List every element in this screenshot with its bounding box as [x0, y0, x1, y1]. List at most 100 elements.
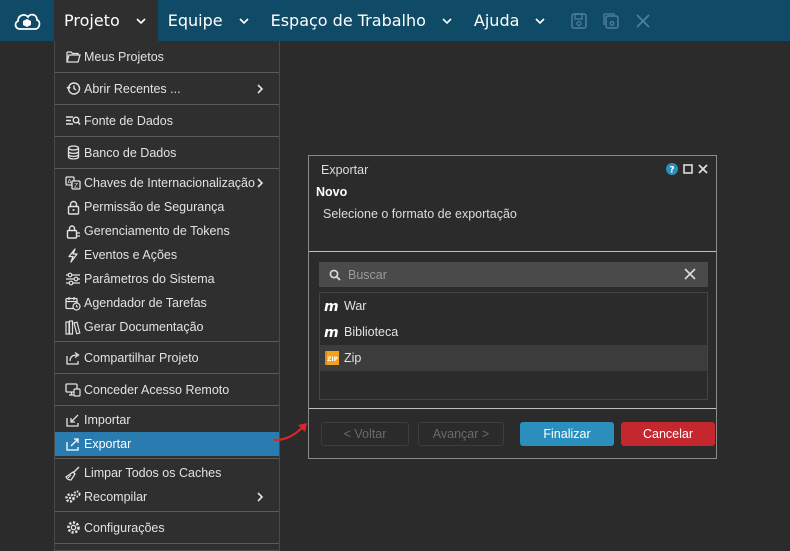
- menu-group: Fonte de Dados: [55, 105, 279, 137]
- menu-item-database[interactable]: Banco de Dados: [55, 139, 279, 166]
- menu-group: Conceder Acesso Remoto: [55, 374, 279, 406]
- help-icon[interactable]: ?: [666, 163, 678, 175]
- list-item[interactable]: m Biblioteca: [320, 319, 707, 345]
- menu-item-label: Recompilar: [84, 490, 148, 504]
- save-all-icon[interactable]: [601, 11, 621, 31]
- zip-icon: ZIP: [324, 350, 340, 366]
- database-icon: [65, 145, 81, 161]
- clear-search-icon[interactable]: [684, 268, 696, 280]
- menu-item-export[interactable]: Exportar: [55, 432, 279, 456]
- menu-group: Meus Projetos: [55, 41, 279, 73]
- submenu-arrow-icon: [257, 178, 264, 188]
- menu-item-lightning[interactable]: Eventos e Ações: [55, 243, 279, 267]
- dialog-subtitle: Selecione o formato de exportação: [323, 207, 517, 221]
- svg-text:m: m: [324, 299, 339, 313]
- menu-item-token-lock[interactable]: Gerenciamento de Tokens: [55, 219, 279, 243]
- svg-text:m: m: [324, 325, 339, 339]
- sliders-icon: [65, 271, 81, 287]
- menu-item-lock[interactable]: Permissão de Segurança: [55, 195, 279, 219]
- share-icon: [65, 350, 81, 366]
- folder-open-icon: [65, 49, 81, 65]
- menu-projeto[interactable]: Projeto: [54, 0, 158, 41]
- menu-group: Limpar Todos os Caches Recompilar: [55, 459, 279, 512]
- menu-item-share[interactable]: Compartilhar Projeto: [55, 344, 279, 371]
- gear-icon: [65, 520, 81, 536]
- broom-icon: [65, 465, 81, 481]
- gears-icon: [65, 489, 81, 505]
- menu-item-label: Fonte de Dados: [84, 113, 173, 128]
- next-button[interactable]: Avançar >: [418, 422, 504, 446]
- list-item-label: War: [344, 299, 367, 313]
- m-logo-icon: m: [324, 298, 340, 314]
- menu-item-label: Agendador de Tarefas: [84, 296, 207, 310]
- menu-item-sliders[interactable]: Parâmetros do Sistema: [55, 267, 279, 291]
- save-icon[interactable]: [569, 11, 589, 31]
- export-icon: [65, 436, 81, 452]
- dialog-titlebar: Exportar ?: [309, 156, 716, 183]
- menu-group: A Z Chaves de Internacionalização Permissão…: [55, 169, 279, 342]
- menu-item-broom[interactable]: Limpar Todos os Caches: [55, 461, 279, 485]
- svg-text:Z: Z: [74, 183, 78, 190]
- menu-item-gears[interactable]: Recompilar: [55, 485, 279, 509]
- list-item-label: Zip: [344, 351, 362, 365]
- menu-group: Banco de Dados: [55, 137, 279, 169]
- cancel-button[interactable]: Cancelar: [621, 422, 715, 446]
- svg-text:ZIP: ZIP: [327, 356, 339, 363]
- menu-item-calendar-clock[interactable]: Agendador de Tarefas: [55, 291, 279, 315]
- svg-text:?: ?: [669, 166, 674, 176]
- menu-item-folder-open[interactable]: Meus Projetos: [55, 43, 279, 70]
- menu-item-import[interactable]: Importar: [55, 408, 279, 432]
- annotation-arrow-icon: [272, 423, 307, 442]
- maximize-icon[interactable]: [683, 164, 693, 174]
- menu-projeto-label: Projeto: [64, 11, 120, 30]
- menu-item-label: Compartilhar Projeto: [84, 350, 199, 365]
- close-icon[interactable]: [633, 11, 653, 31]
- chevron-down-icon: [442, 17, 452, 24]
- menu-item-gear[interactable]: Configurações: [55, 514, 279, 541]
- lock-icon: [65, 199, 81, 215]
- menu-item-books[interactable]: Gerar Documentação: [55, 315, 279, 339]
- menu-equipe-label: Equipe: [167, 11, 223, 30]
- remote-access-icon: [65, 382, 81, 398]
- export-format-list: m War m Biblioteca ZIP Zip: [319, 292, 708, 400]
- list-item[interactable]: ZIP Zip: [320, 345, 707, 371]
- datasource-icon: [65, 113, 81, 129]
- menu-item-label: Limpar Todos os Caches: [84, 466, 222, 480]
- menu-item-translate[interactable]: A Z Chaves de Internacionalização: [55, 171, 279, 195]
- menu-espaco-label: Espaço de Trabalho: [270, 11, 426, 30]
- search-box[interactable]: [319, 262, 708, 287]
- search-input[interactable]: [348, 267, 648, 282]
- menu-item-history[interactable]: Abrir Recentes ...: [55, 75, 279, 102]
- projeto-dropdown-menu: Meus Projetos Abrir Recentes ... Fonte de …: [54, 41, 280, 551]
- menu-item-label: Gerenciamento de Tokens: [84, 224, 230, 238]
- lightning-icon: [65, 247, 81, 263]
- menu-equipe[interactable]: Equipe: [158, 0, 261, 41]
- menu-ajuda[interactable]: Ajuda: [464, 0, 558, 41]
- back-button[interactable]: < Voltar: [321, 422, 409, 446]
- books-icon: [65, 319, 81, 335]
- chevron-down-icon: [136, 17, 146, 24]
- menu-ajuda-label: Ajuda: [473, 11, 520, 30]
- menu-item-label: Banco de Dados: [84, 145, 177, 160]
- submenu-arrow-icon: [257, 83, 264, 94]
- finish-button[interactable]: Finalizar: [520, 422, 614, 446]
- menu-group: Compartilhar Projeto: [55, 342, 279, 374]
- import-icon: [65, 412, 81, 428]
- chevron-down-icon: [239, 17, 249, 24]
- dialog-title: Exportar: [321, 162, 369, 177]
- menu-group: Configurações: [55, 512, 279, 544]
- list-item[interactable]: m War: [320, 293, 707, 319]
- close-icon[interactable]: [698, 164, 708, 174]
- m-logo-icon: m: [324, 324, 340, 340]
- search-icon: [329, 269, 341, 281]
- menu-item-datasource[interactable]: Fonte de Dados: [55, 107, 279, 134]
- menu-item-remote-access[interactable]: Conceder Acesso Remoto: [55, 376, 279, 403]
- top-menu-bar: Projeto Equipe Espaço de Trabalho Ajuda: [0, 0, 790, 41]
- menu-item-label: Conceder Acesso Remoto: [84, 382, 230, 397]
- list-item-label: Biblioteca: [344, 325, 399, 339]
- cloud-logo-icon[interactable]: [0, 0, 54, 41]
- menu-espaco-de-trabalho[interactable]: Espaço de Trabalho: [261, 0, 464, 41]
- menu-group: Abrir Recentes ...: [55, 73, 279, 105]
- menu-item-label: Abrir Recentes ...: [84, 81, 181, 96]
- calendar-clock-icon: [65, 295, 81, 311]
